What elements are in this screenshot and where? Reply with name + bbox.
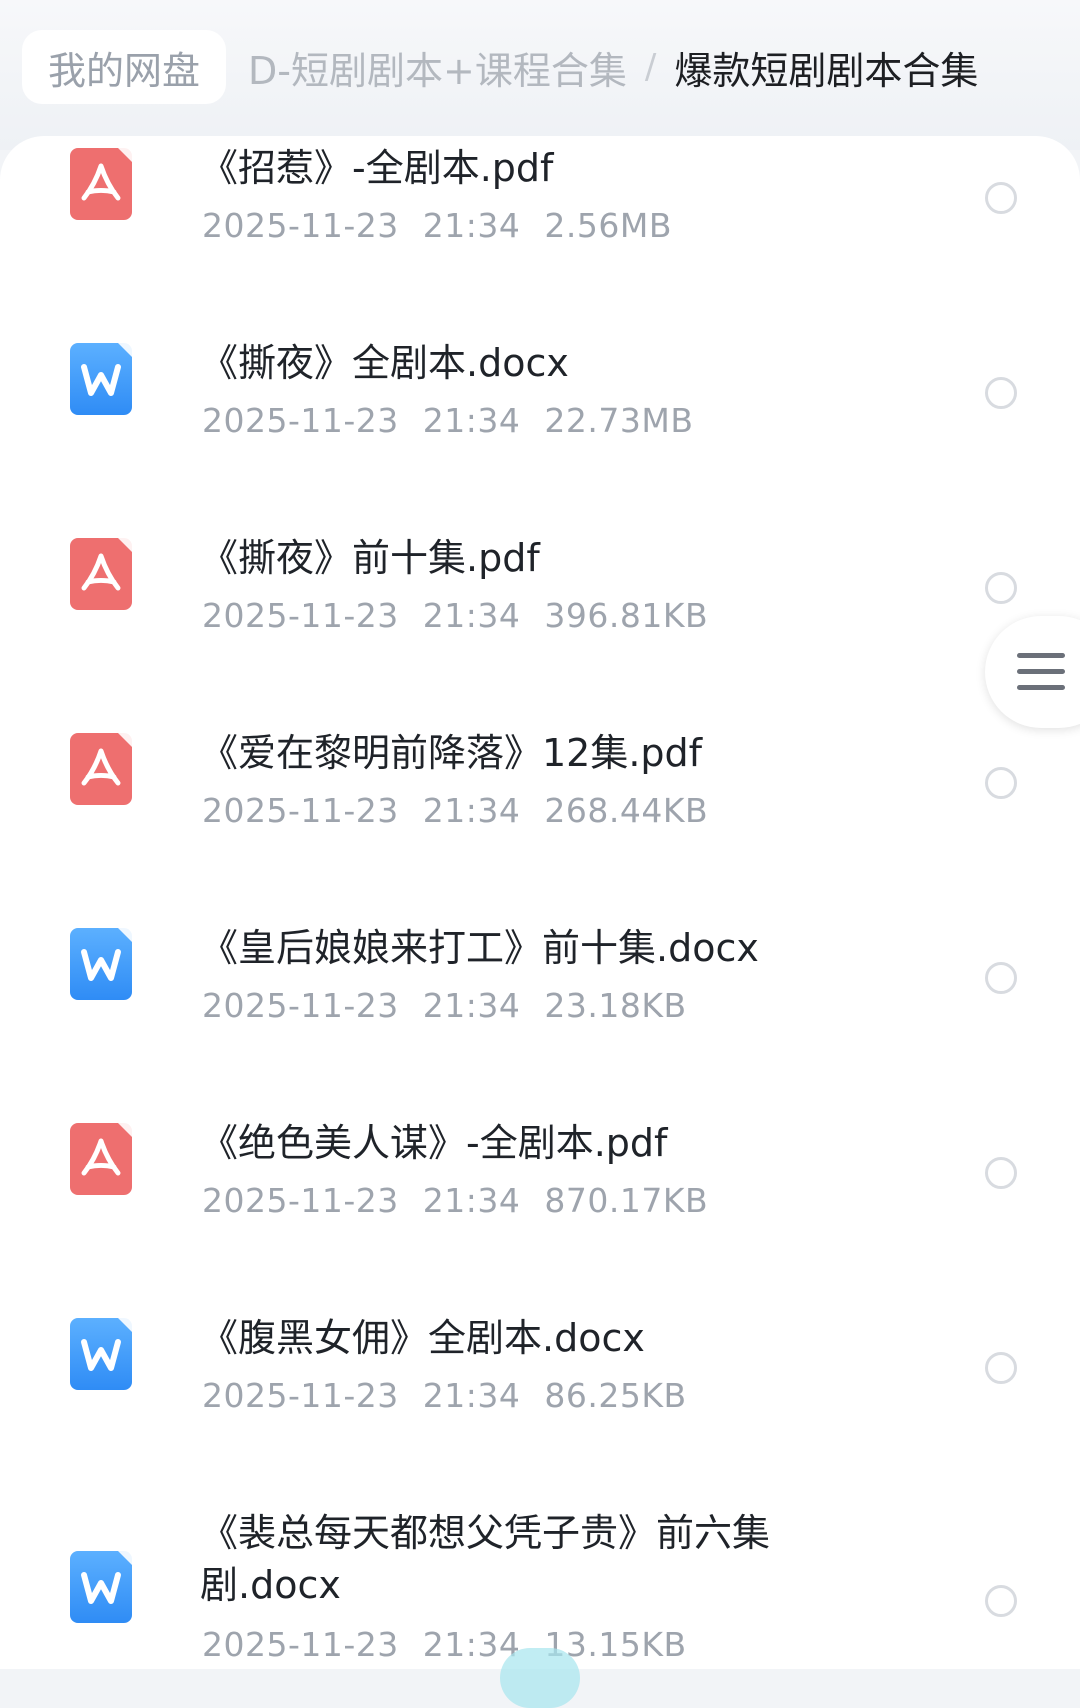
file-row[interactable]: 《裴总每天都想父凭子贵》前六集剧.docx 2025-11-23 21:34 13.… (0, 1501, 1080, 1669)
pdf-file-icon (70, 733, 132, 805)
file-meta: 2025-11-23 21:34 13.15KB (202, 1625, 687, 1664)
file-name: 《腹黑女佣》全剧本.docx (200, 1316, 645, 1360)
select-checkbox[interactable] (985, 377, 1017, 409)
file-size: 23.18KB (544, 986, 687, 1025)
select-checkbox[interactable] (985, 1352, 1017, 1384)
file-meta: 2025-11-23 21:34 86.25KB (202, 1376, 687, 1415)
file-name: 《招惹》-全剧本.pdf (200, 146, 554, 190)
select-checkbox[interactable] (985, 1585, 1017, 1617)
file-meta: 2025-11-23 21:34 870.17KB (202, 1181, 708, 1220)
file-time: 21:34 (422, 986, 521, 1025)
file-row[interactable]: 《撕夜》前十集.pdf 2025-11-23 21:34 396.81KB (0, 526, 1080, 721)
file-list: 《招惹》-全剧本.pdf 2025-11-23 21:34 2.56MB 《撕夜》全… (0, 136, 1080, 1669)
select-checkbox[interactable] (985, 767, 1017, 799)
word-file-icon (70, 1318, 132, 1390)
pdf-file-icon (70, 538, 132, 610)
header: 我的网盘 D-短剧剧本+课程合集 / 爆款短剧剧本合集 (0, 0, 1080, 150)
file-date: 2025-11-23 (202, 986, 399, 1025)
file-date: 2025-11-23 (202, 1181, 399, 1220)
file-time: 21:34 (422, 401, 521, 440)
file-meta: 2025-11-23 21:34 2.56MB (202, 206, 672, 245)
file-time: 21:34 (422, 1376, 521, 1415)
file-size: 268.44KB (544, 791, 709, 830)
pdf-file-icon (70, 1123, 132, 1195)
file-row[interactable]: 《爱在黎明前降落》12集.pdf 2025-11-23 21:34 268.44KB (0, 721, 1080, 916)
file-size: 86.25KB (544, 1376, 687, 1415)
file-date: 2025-11-23 (202, 206, 399, 245)
menu-icon-bar (1017, 685, 1065, 690)
select-checkbox[interactable] (985, 182, 1017, 214)
pdf-file-icon (70, 148, 132, 220)
file-row[interactable]: 《招惹》-全剧本.pdf 2025-11-23 21:34 2.56MB (0, 136, 1080, 331)
file-meta: 2025-11-23 21:34 396.81KB (202, 596, 708, 635)
file-row[interactable]: 《腹黑女佣》全剧本.docx 2025-11-23 21:34 86.25KB (0, 1306, 1080, 1501)
floating-action-button[interactable] (500, 1648, 580, 1708)
file-time: 21:34 (422, 206, 521, 245)
file-meta: 2025-11-23 21:34 22.73MB (202, 401, 693, 440)
file-meta: 2025-11-23 21:34 268.44KB (202, 791, 708, 830)
menu-icon-bar (1017, 669, 1065, 674)
file-time: 21:34 (422, 596, 521, 635)
word-file-icon (70, 343, 132, 415)
menu-icon (1017, 653, 1065, 658)
file-name: 《皇后娘娘来打工》前十集.docx (200, 926, 759, 970)
file-date: 2025-11-23 (202, 401, 399, 440)
breadcrumb-separator: / (644, 47, 657, 87)
file-row[interactable]: 《绝色美人谋》-全剧本.pdf 2025-11-23 21:34 870.17KB (0, 1111, 1080, 1306)
breadcrumb: 我的网盘 D-短剧剧本+课程合集 / 爆款短剧剧本合集 (22, 30, 978, 104)
file-name: 《绝色美人谋》-全剧本.pdf (200, 1121, 668, 1165)
select-checkbox[interactable] (985, 572, 1017, 604)
file-size: 22.73MB (544, 401, 694, 440)
file-name: 《裴总每天都想父凭子贵》前六集剧.docx (200, 1511, 771, 1607)
file-name: 《撕夜》全剧本.docx (200, 341, 569, 385)
file-row[interactable]: 《皇后娘娘来打工》前十集.docx 2025-11-23 21:34 23.18KB (0, 916, 1080, 1111)
select-checkbox[interactable] (985, 1157, 1017, 1189)
breadcrumb-parent-folder[interactable]: D-短剧剧本+课程合集 (248, 40, 627, 95)
file-time: 21:34 (422, 791, 521, 830)
select-checkbox[interactable] (985, 962, 1017, 994)
file-date: 2025-11-23 (202, 1376, 399, 1415)
file-size: 396.81KB (544, 596, 709, 635)
file-meta: 2025-11-23 21:34 23.18KB (202, 986, 687, 1025)
file-date: 2025-11-23 (202, 791, 399, 830)
file-size: 2.56MB (544, 206, 672, 245)
word-file-icon (70, 1551, 132, 1623)
word-file-icon (70, 928, 132, 1000)
file-name: 《撕夜》前十集.pdf (200, 536, 540, 580)
file-time: 21:34 (422, 1181, 521, 1220)
file-size: 870.17KB (544, 1181, 709, 1220)
breadcrumb-current-folder: 爆款短剧剧本合集 (674, 48, 979, 93)
file-date: 2025-11-23 (202, 596, 399, 635)
file-row[interactable]: 《撕夜》全剧本.docx 2025-11-23 21:34 22.73MB (0, 331, 1080, 526)
breadcrumb-root-my-drive[interactable]: 我的网盘 (22, 30, 227, 104)
file-name: 《爱在黎明前降落》12集.pdf (200, 731, 703, 775)
file-date: 2025-11-23 (202, 1625, 399, 1664)
